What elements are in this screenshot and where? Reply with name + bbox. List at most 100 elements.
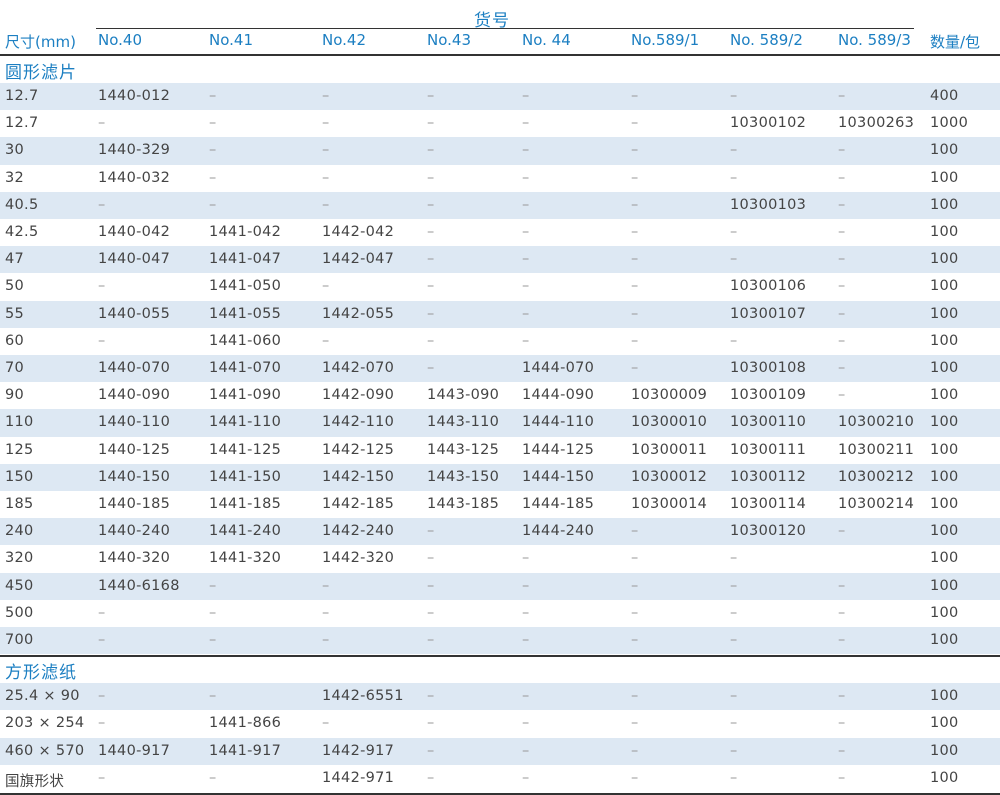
part-number-cell: – xyxy=(730,251,738,268)
part-number-cell: 1442-150 xyxy=(322,468,395,485)
table-row: 50 – 1441-050 – – – – 10300106 – 100 xyxy=(0,273,1000,300)
part-number-cell: – xyxy=(631,577,639,594)
part-number-cell: 1440-320 xyxy=(98,550,171,567)
table-row: 60 – 1441-060 – – – – – – 100 xyxy=(0,328,1000,355)
part-number-cell: – xyxy=(631,550,639,567)
size-cell: 90 xyxy=(5,387,25,404)
part-number-cell: 1440-012 xyxy=(98,88,171,104)
part-number-cell: 1444-185 xyxy=(522,496,595,512)
part-number-cell: 1440-032 xyxy=(98,169,171,186)
part-number-cell: 10300010 xyxy=(631,414,708,431)
part-number-cell: – xyxy=(322,169,330,186)
part-number-cell: – xyxy=(522,251,530,268)
part-number-cell: – xyxy=(838,632,846,648)
part-number-cell: 1440-042 xyxy=(98,224,171,240)
table-row: 42.5 1440-042 1441-042 1442-042 – – – – – 100 xyxy=(0,219,1000,246)
size-cell: 460 × 570 xyxy=(5,742,85,759)
part-number-cell: – xyxy=(522,742,530,759)
part-number-cell: 10300110 xyxy=(730,414,807,431)
part-number-cell: 1442-110 xyxy=(322,414,395,431)
part-number-cell: – xyxy=(631,169,639,186)
part-number-cell: – xyxy=(209,169,217,186)
quantity-cell: 100 xyxy=(930,441,959,458)
part-number-cell: – xyxy=(838,278,846,295)
size-cell: 42.5 xyxy=(5,224,39,240)
part-number-cell: – xyxy=(838,688,846,705)
part-number-cell: 10300012 xyxy=(631,468,708,485)
quantity-cell: 100 xyxy=(930,715,959,732)
part-number-cell: – xyxy=(838,742,846,759)
part-number-cell: 10300106 xyxy=(730,278,807,295)
part-number-cell: – xyxy=(522,769,530,786)
part-number-cell: 1442-320 xyxy=(322,550,395,567)
quantity-cell: 100 xyxy=(930,577,959,594)
part-number-cell: – xyxy=(522,332,530,349)
size-cell: 240 xyxy=(5,523,34,540)
part-number-cell: – xyxy=(322,88,330,104)
part-number-cell: – xyxy=(730,688,738,705)
part-number-cell: – xyxy=(838,88,846,104)
part-number-cell: 1442-042 xyxy=(322,224,395,240)
part-number-cell: 10300114 xyxy=(730,496,807,512)
part-number-cell: – xyxy=(730,88,738,104)
column-header-no589-2: No. 589/2 xyxy=(730,31,803,49)
part-number-cell: – xyxy=(522,604,530,621)
quantity-cell: 100 xyxy=(930,604,959,621)
column-header-no589-3: No. 589/3 xyxy=(838,31,911,49)
part-number-cell: 1444-150 xyxy=(522,468,595,485)
part-number-cell: – xyxy=(838,305,846,322)
part-number-cell: 1440-047 xyxy=(98,251,171,268)
part-number-cell: 10300009 xyxy=(631,387,708,404)
part-number-cell: 1441-047 xyxy=(209,251,282,268)
part-number-cell: 1441-185 xyxy=(209,496,282,512)
part-number-cell: – xyxy=(427,332,435,349)
part-number-cell: – xyxy=(427,251,435,268)
part-number-cell: 10300214 xyxy=(838,496,915,512)
part-number-cell: 1442-047 xyxy=(322,251,395,268)
quantity-cell: 100 xyxy=(930,142,959,159)
part-number-cell: – xyxy=(98,604,106,621)
size-cell: 110 xyxy=(5,414,34,431)
part-number-cell: – xyxy=(730,769,738,786)
quantity-cell: 100 xyxy=(930,550,959,567)
section-title: 圆形滤片 xyxy=(5,63,77,83)
part-number-cell: 1442-6551 xyxy=(322,688,404,705)
section-title-row: 方形滤纸 xyxy=(0,656,1000,683)
part-number-cell: 1444-110 xyxy=(522,414,595,431)
part-number-cell: 10300014 xyxy=(631,496,708,512)
table-bottom-rule xyxy=(0,792,1000,795)
part-number-cell: 10300108 xyxy=(730,360,807,376)
part-number-cell: – xyxy=(838,577,846,594)
size-cell: 50 xyxy=(5,278,25,295)
part-number-cell: – xyxy=(730,715,738,732)
part-number-cell: 1441-240 xyxy=(209,523,282,540)
size-cell: 47 xyxy=(5,251,25,268)
part-number-cell: – xyxy=(322,142,330,159)
part-number-cell: – xyxy=(427,604,435,621)
part-number-cell: – xyxy=(838,715,846,732)
part-number-cell: – xyxy=(522,142,530,159)
table-row: 47 1440-047 1441-047 1442-047 – – – – – 100 xyxy=(0,246,1000,274)
table-row: 450 1440-6168 – – – – – – – 100 xyxy=(0,572,1000,600)
part-number-cell: – xyxy=(730,742,738,759)
part-number-cell: 1440-090 xyxy=(98,387,171,404)
part-number-cell: 1440-185 xyxy=(98,496,171,512)
size-cell: 150 xyxy=(5,468,34,485)
section-title-row: 圆形滤片 xyxy=(0,56,1000,83)
column-header-qty-per-pack: 数量/包 xyxy=(930,33,981,51)
part-number-cell: – xyxy=(427,196,435,213)
quantity-cell: 100 xyxy=(930,224,959,240)
part-number-cell: 1443-125 xyxy=(427,441,500,458)
size-cell: 40.5 xyxy=(5,196,39,213)
column-header-no41: No.41 xyxy=(209,31,253,49)
quantity-cell: 100 xyxy=(930,360,959,376)
quantity-cell: 100 xyxy=(930,305,959,322)
part-number-cell: – xyxy=(522,632,530,648)
table-row: 185 1440-185 1441-185 1442-185 1443-185 1444-… xyxy=(0,491,1000,518)
part-number-cell: – xyxy=(427,278,435,295)
section-title: 方形滤纸 xyxy=(5,663,77,684)
part-number-cell: – xyxy=(838,251,846,268)
table-row: 500 – – – – – – – – 100 xyxy=(0,600,1000,627)
column-header-no40: No.40 xyxy=(98,31,142,49)
part-number-cell: – xyxy=(98,632,106,648)
